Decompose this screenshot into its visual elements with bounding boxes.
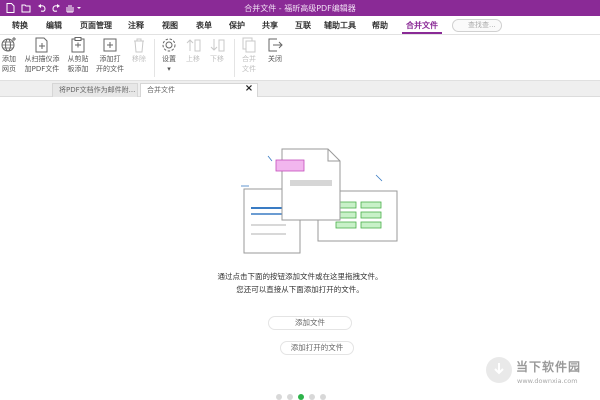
menu-merge-files[interactable]: 合并文件: [406, 20, 438, 31]
menu-share[interactable]: 共享: [262, 20, 278, 31]
pagination-dots: [276, 394, 336, 400]
chevron-down-icon: ▾: [167, 65, 171, 73]
pagination-dot[interactable]: [298, 394, 304, 400]
add-from-clipboard-button[interactable]: 从剪贴 板添加: [64, 35, 92, 81]
add-open-files-button[interactable]: 添加打 开的文件: [94, 35, 126, 81]
search-input[interactable]: 查找查...: [452, 19, 502, 32]
active-menu-indicator: [402, 32, 442, 34]
menu-form[interactable]: 表单: [196, 20, 212, 31]
window-title: 合并文件 - 福昕高级PDF编辑器: [244, 4, 356, 13]
add-open-file-icon: [103, 38, 117, 52]
menu-view[interactable]: 视图: [162, 20, 178, 31]
merge-icon: [242, 37, 256, 53]
menu-comment[interactable]: 注释: [128, 20, 144, 31]
title-bar: 合并文件 - 福昕高级PDF编辑器: [0, 0, 600, 16]
settings-button[interactable]: 设置 ▾: [158, 35, 180, 81]
drop-hint-line1: 通过点击下面的按钮添加文件或在这里拖拽文件。: [217, 272, 383, 281]
ribbon-toolbar: 添加 网页 从扫描仪添 加PDF文件 从剪贴 板添加 添加打 开的文件 移除 设…: [0, 35, 600, 81]
scanner-add-icon: [35, 37, 48, 53]
ribbon-separator: [154, 39, 155, 77]
watermark-url: www.downxia.com: [517, 377, 578, 385]
menu-convert[interactable]: 转换: [12, 20, 28, 31]
move-down-button[interactable]: 下移: [206, 35, 228, 81]
clipboard-icon: [71, 37, 85, 53]
move-up-button[interactable]: 上移: [182, 35, 204, 81]
add-open-files-main-button[interactable]: 添加打开的文件: [280, 341, 354, 355]
menu-help[interactable]: 帮助: [372, 20, 388, 31]
move-up-icon: [186, 39, 201, 52]
menu-accessibility[interactable]: 辅助工具: [324, 20, 356, 31]
globe-icon: [1, 37, 16, 52]
tab-email-attachment[interactable]: 将PDF文档作为邮件附...: [52, 83, 138, 97]
menu-edit[interactable]: 编辑: [46, 20, 62, 31]
pagination-dot[interactable]: [276, 394, 282, 400]
document-tabs: 将PDF文档作为邮件附... 合并文件 ×: [0, 81, 600, 97]
pagination-dot[interactable]: [320, 394, 326, 400]
menu-bar: 转换 编辑 页面管理 注释 视图 表单 保护 共享 互联 辅助工具 帮助 合并文…: [0, 16, 600, 35]
add-from-scanner-button[interactable]: 从扫描仪添 加PDF文件: [22, 35, 62, 81]
remove-button[interactable]: 移除: [128, 35, 150, 81]
watermark-logo-icon: [486, 357, 512, 383]
close-tab-icon[interactable]: ×: [244, 84, 254, 94]
pagination-dot[interactable]: [309, 394, 315, 400]
menu-protect[interactable]: 保护: [229, 20, 245, 31]
drop-hint-line2: 您还可以直接从下面添加打开的文件。: [236, 285, 364, 294]
exit-icon: [268, 38, 283, 52]
gear-icon: [162, 38, 176, 52]
watermark-logo: 当下软件园 www.downxia.com: [486, 355, 590, 391]
pagination-dot[interactable]: [287, 394, 293, 400]
merge-illustration-icon: [241, 148, 398, 254]
add-files-button[interactable]: 添加文件: [268, 316, 352, 330]
move-down-icon: [210, 39, 225, 52]
menu-page-management[interactable]: 页面管理: [80, 20, 112, 31]
watermark-text: 当下软件园: [516, 360, 582, 374]
tab-merge-files[interactable]: 合并文件: [140, 83, 258, 97]
close-button[interactable]: 关闭: [264, 35, 286, 81]
merge-files-button[interactable]: 合并 文件: [238, 35, 260, 81]
trash-icon: [134, 38, 144, 53]
menu-connect[interactable]: 互联: [295, 20, 311, 31]
add-webpage-button[interactable]: 添加 网页: [0, 35, 18, 81]
ribbon-separator: [234, 39, 235, 77]
